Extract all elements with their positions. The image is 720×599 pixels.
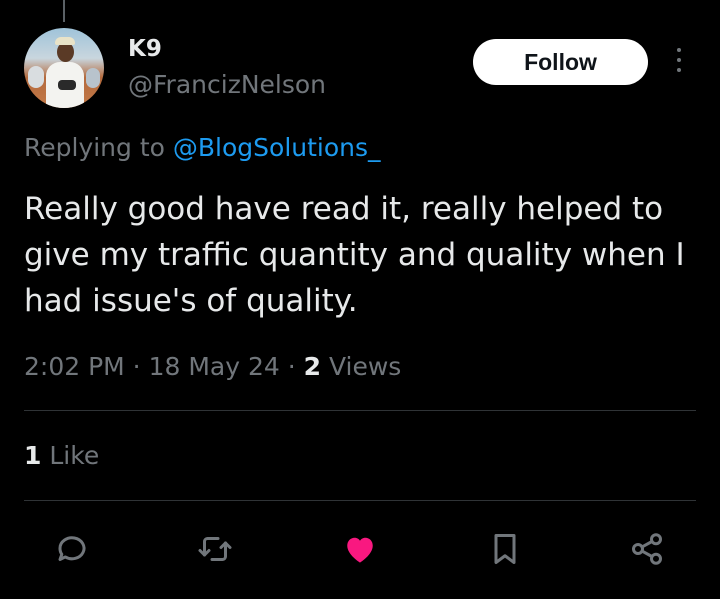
heart-icon <box>347 537 373 563</box>
views-label[interactable]: Views <box>321 352 401 381</box>
tweet-time[interactable]: 2:02 PM <box>24 352 125 381</box>
replying-to: Replying to @BlogSolutions_ <box>24 133 381 162</box>
author-name[interactable]: K9 <box>128 36 162 62</box>
tweet-date[interactable]: 18 May 24 <box>149 352 280 381</box>
follow-button[interactable]: Follow <box>473 39 648 85</box>
avatar-background-figure <box>86 68 100 88</box>
bookmark-icon <box>494 534 516 564</box>
thread-connector-line <box>63 0 65 22</box>
more-options-icon[interactable] <box>672 48 686 78</box>
meta-separator: · <box>279 352 304 381</box>
likes-summary[interactable]: 1 Like <box>24 441 99 470</box>
tweet-text: Really good have read it, really helped … <box>24 191 685 319</box>
avatar-cap <box>55 37 75 45</box>
meta-separator: · <box>124 352 149 381</box>
tweet-meta: 2:02 PM · 18 May 24 · 2 Views <box>24 352 401 381</box>
likes-label: Like <box>41 441 100 470</box>
divider <box>24 410 696 411</box>
author-handle[interactable]: @FrancizNelson <box>128 70 326 99</box>
avatar-head <box>57 42 74 62</box>
share-icon <box>632 533 662 565</box>
retweet-icon <box>198 537 232 561</box>
reply-button[interactable] <box>52 529 92 569</box>
avatar-background-figure <box>28 66 44 88</box>
share-button[interactable] <box>627 529 667 569</box>
like-button[interactable] <box>340 529 380 569</box>
replying-to-mention[interactable]: @BlogSolutions_ <box>173 133 381 162</box>
retweet-button[interactable] <box>195 529 235 569</box>
views-count[interactable]: 2 <box>304 352 321 381</box>
likes-count: 1 <box>24 441 42 470</box>
reply-icon <box>58 536 86 561</box>
avatar[interactable] <box>24 28 104 108</box>
divider <box>24 500 696 501</box>
avatar-bag <box>58 80 76 90</box>
bookmark-button[interactable] <box>485 529 525 569</box>
replying-to-prefix: Replying to <box>24 133 173 162</box>
